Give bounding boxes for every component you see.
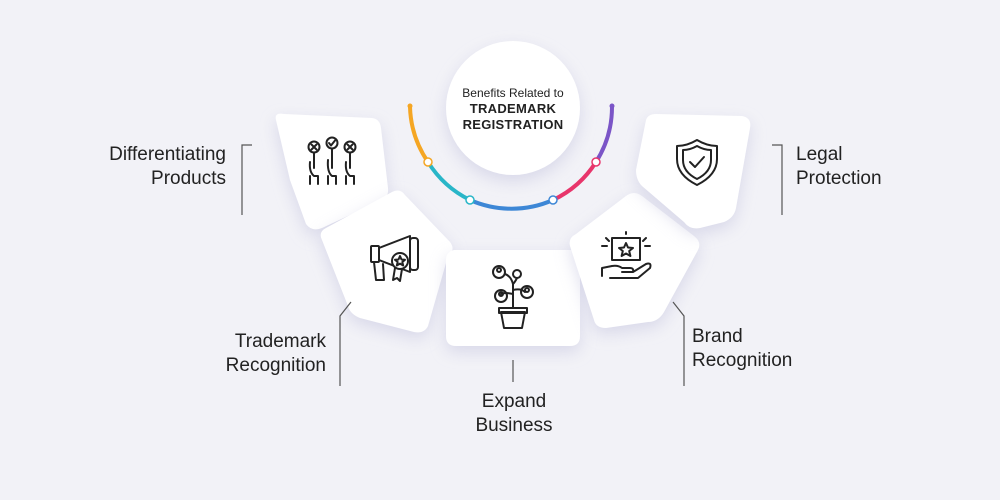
arc-node-1 [423,157,433,167]
arc-segment-orange [408,105,430,164]
label-expand-business: Expand Business [436,390,592,438]
center-title: Benefits Related to TRADEMARK REGISTRATI… [444,86,582,133]
label-differentiating-products: Differentiating Products [70,143,226,191]
label-line: Recognition [692,350,793,371]
center-title-line-1: TRADEMARK [469,101,557,116]
arc-end-dot-left [407,103,413,109]
connector-brand [672,301,685,386]
label-line: Differentiating [109,144,226,165]
label-line: Trademark [234,331,326,352]
arc-node-4 [591,157,601,167]
label-trademark-recognition: Trademark Recognition [170,330,326,378]
arc-segment-purple [594,105,614,164]
center-title-line-2: REGISTRATION [462,117,564,132]
arc-segment-pink [551,160,598,202]
arc-segment-blue [468,198,555,211]
arc-end-dot-right [609,103,615,109]
connector-trademark [339,301,352,386]
label-line: Brand [692,326,743,347]
label-line: Products [151,168,226,189]
connector-differentiating [241,144,252,215]
arc-node-2 [465,195,475,205]
label-line: Business [475,415,553,436]
label-brand-recognition: Brand Recognition [692,325,848,373]
connector-legal [772,144,783,215]
label-line: Recognition [225,355,326,376]
center-subtitle: Benefits Related to [462,86,564,100]
arc-segment-teal [426,160,472,202]
label-legal-protection: Legal Protection [796,143,952,191]
label-line: Protection [796,168,882,189]
arc-node-3 [548,195,558,205]
label-line: Legal [796,144,843,165]
label-line: Expand [481,391,547,412]
